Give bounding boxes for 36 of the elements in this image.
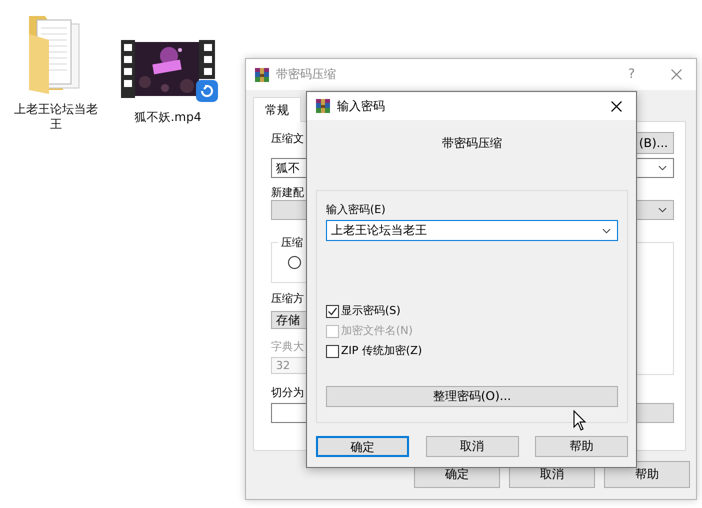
group-label: 压缩 <box>278 235 306 250</box>
cursor-icon <box>573 410 587 432</box>
dialog-heading: 带密码压缩 <box>441 136 503 150</box>
archive-icon <box>315 98 331 114</box>
field-label: 字典大 <box>271 340 304 354</box>
checkbox-label: ZIP 传统加密(Z) <box>341 344 422 358</box>
checkbox[interactable] <box>326 304 339 318</box>
checkbox[interactable] <box>326 344 339 358</box>
field-label: 压缩方 <box>271 292 304 306</box>
checkbox-label: 加密文件名(N) <box>341 324 413 338</box>
field-label: 切分为 <box>271 386 304 400</box>
archive-icon <box>254 66 270 82</box>
film-strip-icon[interactable] <box>121 40 135 98</box>
film-strip-icon[interactable] <box>199 40 215 79</box>
refresh-badge-icon <box>196 80 218 102</box>
field-label: 压缩文 <box>271 132 304 146</box>
window-title: 输入密码 <box>337 98 385 114</box>
help-button[interactable]: ? <box>628 67 635 82</box>
chevron-icon <box>602 228 611 234</box>
dialog-button[interactable]: 取消 <box>426 436 518 457</box>
dialog-button[interactable]: 帮助 <box>604 461 690 488</box>
dialog-button[interactable]: 确定 <box>316 436 409 457</box>
chevron-icon <box>658 165 667 171</box>
field-label: 输入密码(E) <box>326 203 386 217</box>
dialog-button[interactable]: 帮助 <box>535 436 628 457</box>
field-label: 新建配 <box>271 186 304 200</box>
chevron-icon <box>658 207 667 213</box>
organize-passwords-button[interactable]: 整理密码(O)... <box>326 386 618 407</box>
close-icon[interactable] <box>611 100 622 112</box>
file-label: 狐不妖.mp4 <box>134 110 202 125</box>
checkbox-label: 显示密码(S) <box>341 304 401 318</box>
password-combobox[interactable]: 上老王论坛当老王 <box>326 220 618 241</box>
file-label: 上老王论坛当老王 <box>13 102 99 132</box>
tab[interactable]: 常规 <box>253 97 301 122</box>
window-title: 带密码压缩 <box>276 66 336 83</box>
radio-button[interactable] <box>288 256 301 269</box>
